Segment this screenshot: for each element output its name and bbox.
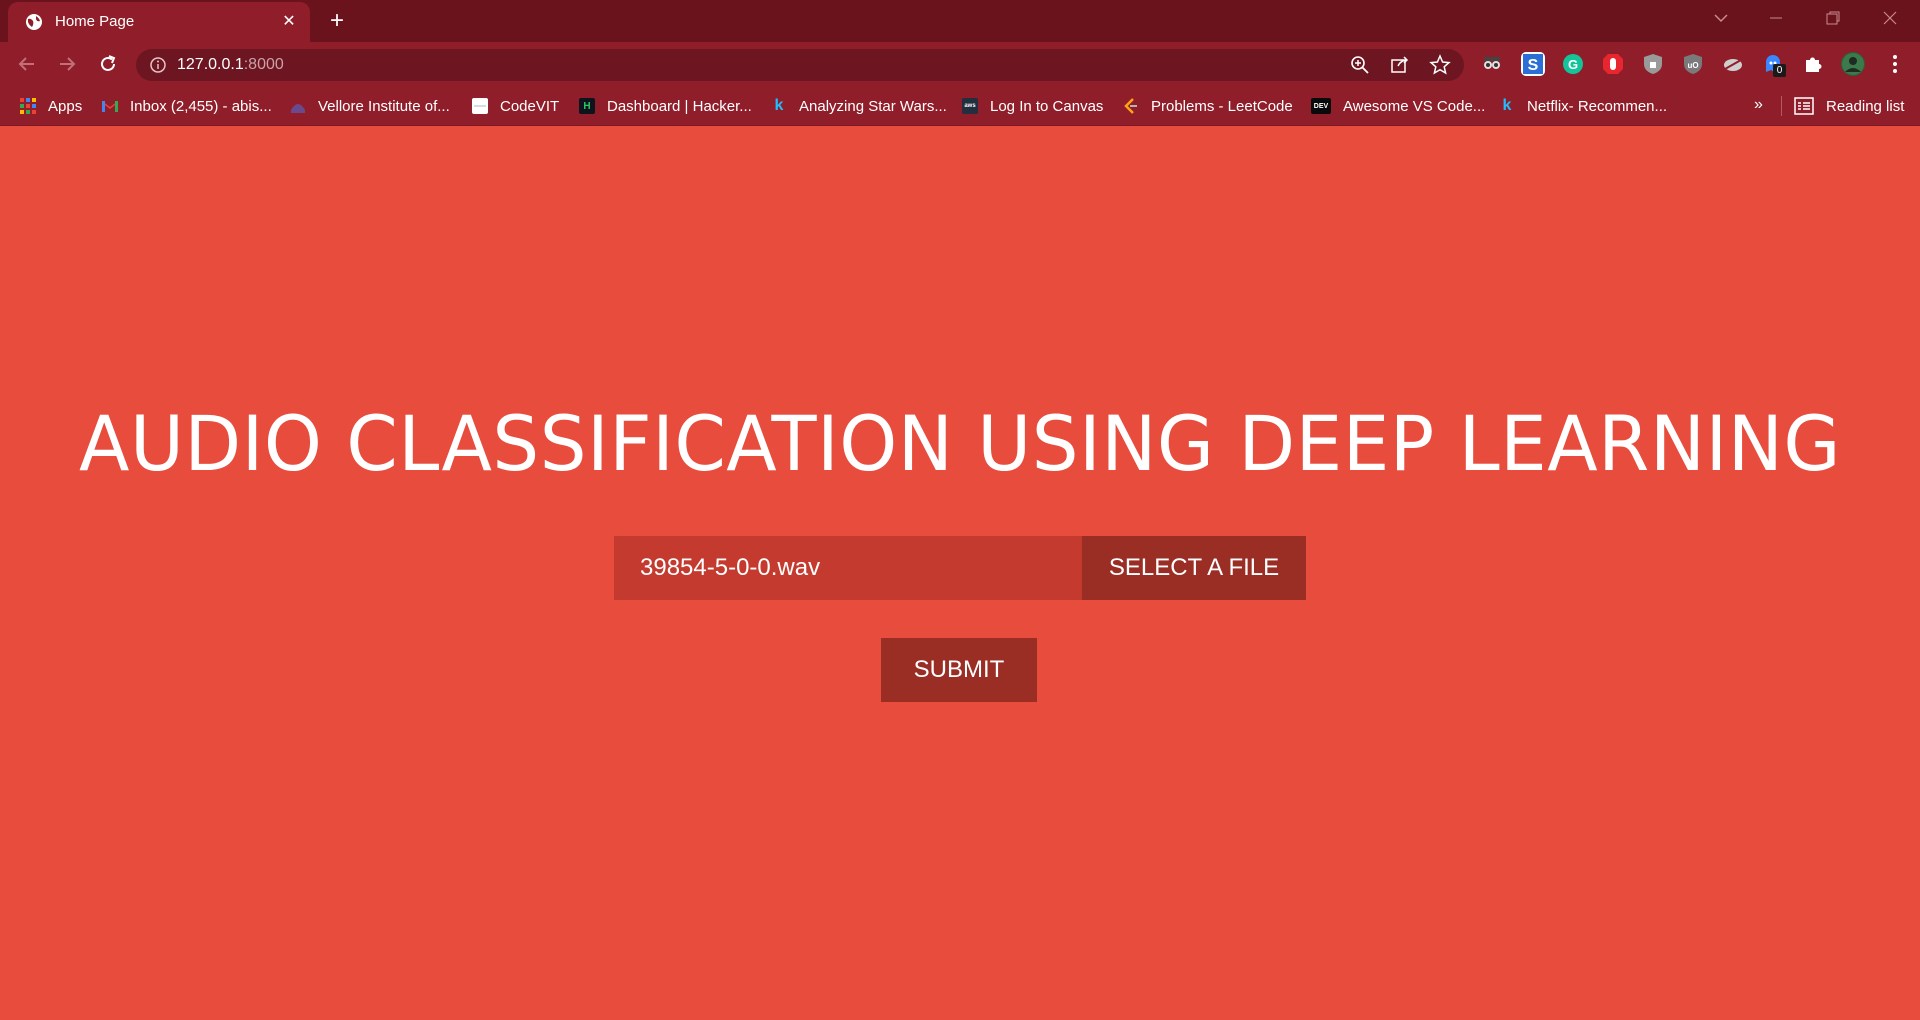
forward-icon[interactable]: [54, 51, 80, 77]
share-icon[interactable]: [1389, 54, 1411, 76]
bookmark-label: Awesome VS Code...: [1343, 97, 1486, 115]
vit-icon: [290, 98, 306, 114]
page-title: AUDIO CLASSIFICATION USING DEEP LEARNING: [79, 399, 1841, 488]
kaggle-icon: k: [774, 97, 784, 114]
close-window-icon[interactable]: [1875, 6, 1905, 34]
dev-icon: DEV: [1311, 98, 1331, 114]
aws-icon: aws: [962, 98, 978, 114]
bookmark-vit[interactable]: Vellore Institute of...: [290, 94, 450, 118]
bookmark-star-wars[interactable]: k Analyzing Star Wars...: [771, 94, 947, 118]
back-icon[interactable]: [14, 51, 40, 77]
restore-icon[interactable]: [1818, 6, 1848, 34]
bookmark-gmail[interactable]: Inbox (2,455) - abis...: [102, 94, 272, 118]
grammarly-icon[interactable]: G: [1561, 52, 1585, 76]
bookmark-label: Vellore Institute of...: [318, 97, 450, 115]
select-file-button[interactable]: SELECT A FILE: [1082, 536, 1306, 600]
site-info-icon[interactable]: [149, 56, 167, 74]
bookmark-apps[interactable]: Apps: [20, 94, 82, 118]
submit-button[interactable]: SUBMIT: [881, 638, 1037, 702]
reload-icon[interactable]: [95, 51, 121, 77]
ublock-icon[interactable]: uO: [1681, 52, 1705, 76]
tab-title: Home Page: [55, 13, 135, 30]
bookmark-canvas[interactable]: aws Log In to Canvas: [962, 94, 1103, 118]
avatar[interactable]: [1841, 52, 1865, 76]
tab-strip: Home Page ✕ +: [0, 0, 1920, 42]
minimize-icon[interactable]: [1761, 6, 1791, 34]
cloud-extension-icon[interactable]: [1721, 52, 1745, 76]
bookmarks-bar: Apps Inbox (2,455) - abis... Vellore Ins…: [0, 86, 1920, 126]
gmail-icon: [102, 98, 118, 114]
bookmark-label: Log In to Canvas: [990, 97, 1104, 115]
bookmark-label: Netflix- Recommen...: [1527, 97, 1668, 115]
leetcode-icon: [1123, 98, 1139, 114]
bookmark-hackerrank[interactable]: H Dashboard | Hacker...: [579, 94, 752, 118]
shield-icon[interactable]: [1641, 52, 1665, 76]
bookmark-awesome-vscode[interactable]: DEV Awesome VS Code...: [1311, 94, 1485, 118]
address-bar[interactable]: 127.0.0.1:8000: [136, 49, 1464, 81]
bookmark-label: Analyzing Star Wars...: [799, 97, 947, 115]
browser-toolbar: 127.0.0.1:8000 S G uO 0: [0, 42, 1920, 86]
hackerrank-icon: H: [579, 98, 595, 114]
svg-text:uO: uO: [1687, 61, 1698, 70]
reading-list-icon: [1794, 97, 1814, 115]
page-content: AUDIO CLASSIFICATION USING DEEP LEARNING…: [0, 127, 1920, 1020]
bookmark-label: Apps: [48, 97, 83, 115]
file-name-field[interactable]: 39854-5-0-0.wav: [614, 536, 1082, 600]
menu-kebab-icon[interactable]: [1883, 52, 1907, 76]
ghost-extension-icon[interactable]: 0: [1761, 52, 1786, 77]
svg-text:G: G: [1568, 57, 1578, 72]
extension-badge: 0: [1773, 64, 1786, 77]
apps-grid-icon: [20, 98, 36, 114]
new-tab-icon[interactable]: +: [324, 9, 350, 35]
globe-icon: [26, 14, 42, 30]
bookmark-label: Inbox (2,455) - abis...: [130, 97, 272, 115]
spy-extension-icon[interactable]: [1480, 52, 1504, 76]
s-extension-icon[interactable]: S: [1521, 52, 1545, 76]
url-text: 127.0.0.1:8000: [177, 56, 284, 73]
zoom-icon[interactable]: [1349, 54, 1371, 76]
file-name-text: 39854-5-0-0.wav: [640, 554, 821, 581]
bookmark-label: Dashboard | Hacker...: [607, 97, 752, 115]
puzzle-icon[interactable]: [1801, 52, 1825, 76]
bookmark-label: CodeVIT: [500, 97, 560, 115]
bookmark-star-icon[interactable]: [1429, 54, 1451, 76]
bookmark-netflix[interactable]: k Netflix- Recommen...: [1499, 94, 1668, 118]
svg-text:S: S: [1528, 57, 1539, 74]
reading-list-button[interactable]: Reading list: [1794, 94, 1904, 118]
kaggle-icon: k: [1502, 97, 1512, 114]
bookmarks-overflow-icon[interactable]: »: [1754, 96, 1763, 114]
bookmark-codevit[interactable]: CodeVIT: [472, 94, 559, 118]
tab-search-icon[interactable]: [1706, 6, 1736, 34]
reading-list-label: Reading list: [1826, 97, 1905, 115]
close-tab-icon[interactable]: ✕: [278, 11, 300, 33]
tab-home-page[interactable]: Home Page ✕: [8, 2, 310, 42]
bookmark-leetcode[interactable]: Problems - LeetCode: [1123, 94, 1293, 118]
bookmark-label: Problems - LeetCode: [1151, 97, 1293, 115]
codevit-icon: [472, 98, 488, 114]
adblock-icon[interactable]: [1601, 52, 1625, 76]
bookmarks-divider: [1781, 96, 1782, 116]
